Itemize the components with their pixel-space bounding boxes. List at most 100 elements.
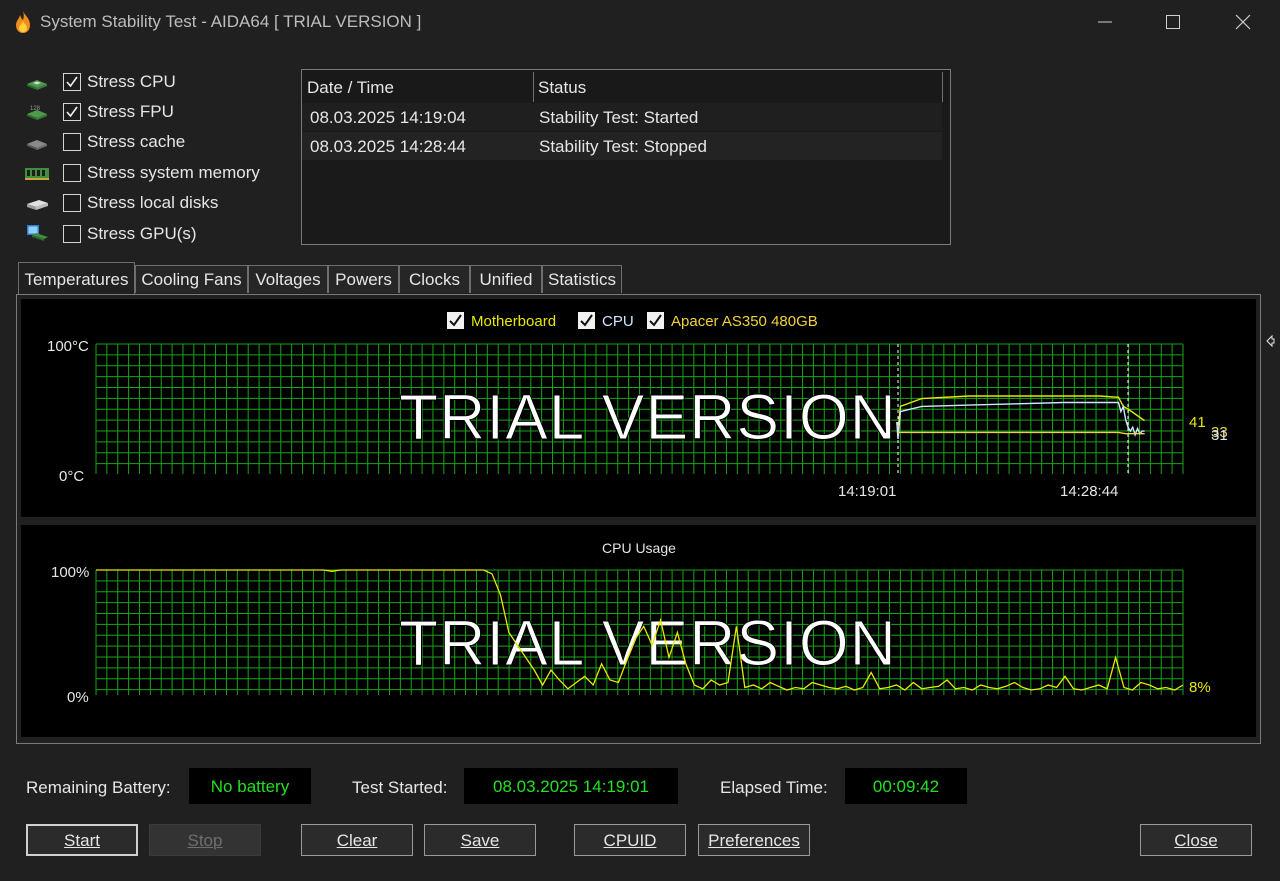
cpu-chip-icon: [27, 80, 47, 90]
preferences-button[interactable]: Preferences: [698, 824, 810, 856]
y-axis-bottom-label: 0°C: [59, 468, 84, 485]
elapsed-time-value: 00:09:42: [845, 768, 967, 804]
checkmark-icon: [66, 106, 78, 118]
close-button[interactable]: Close: [1140, 824, 1252, 856]
stress-cache-option[interactable]: Stress cache: [24, 130, 284, 156]
stress-fpu-option[interactable]: 128 Stress FPU: [24, 100, 284, 126]
stress-cpu-checkbox[interactable]: [63, 73, 81, 91]
minimize-icon: [1098, 21, 1112, 23]
column-separator[interactable]: [942, 72, 943, 102]
legend-label: Apacer AS350 480GB: [671, 313, 818, 330]
cpu-usage-chart: CPU Usage 100% 0% TRIAL VERSION 8%: [51, 540, 1211, 706]
maximize-button[interactable]: [1150, 6, 1196, 38]
stress-cpu-option[interactable]: Stress CPU: [24, 70, 284, 96]
stress-gpu-checkbox[interactable]: [63, 225, 81, 243]
log-row[interactable]: 08.03.2025 14:28:44 Stability Test: Stop…: [302, 132, 942, 160]
tab-unified[interactable]: Unified: [470, 265, 542, 293]
legend-checkbox: [578, 312, 595, 329]
log-datetime: 08.03.2025 14:28:44: [310, 137, 466, 156]
window-close-button[interactable]: [1220, 6, 1266, 38]
y-axis-top-label: 100%: [51, 564, 89, 581]
disk-drive-icon: [27, 200, 48, 210]
window-title: System Stability Test - AIDA64 [ TRIAL V…: [40, 12, 422, 31]
stress-cache-label: Stress cache: [87, 132, 186, 151]
cpuid-button[interactable]: CPUID: [574, 824, 686, 856]
legend-checkbox: [647, 312, 664, 329]
tab-cooling-fans[interactable]: Cooling Fans: [135, 265, 248, 293]
legend-item: Apacer AS350 480GB: [647, 312, 818, 330]
battery-value: No battery: [189, 768, 311, 804]
stress-memory-option[interactable]: Stress system memory: [24, 161, 284, 187]
temperature-chart: 100°C 0°C TRIAL VERSION Motherboard CPU Apace…: [47, 312, 1228, 500]
save-button-label: Save: [460, 831, 500, 850]
stress-cache-checkbox[interactable]: [63, 133, 81, 151]
legend-checkbox: [447, 312, 464, 329]
checkmark-icon: [66, 76, 78, 88]
legend-item: Motherboard: [447, 312, 556, 330]
battery-label: Remaining Battery:: [26, 778, 171, 797]
column-separator[interactable]: [533, 72, 534, 102]
stress-gpu-option[interactable]: Stress GPU(s): [24, 222, 284, 248]
stress-fpu-checkbox[interactable]: [63, 103, 81, 121]
tab-temperatures[interactable]: Temperatures: [18, 262, 135, 296]
stress-disks-label: Stress local disks: [87, 193, 219, 212]
temperature-graph: 100°C 0°C TRIAL VERSION Motherboard CPU Apace…: [21, 299, 1256, 517]
minimize-button[interactable]: [1082, 6, 1128, 38]
y-axis-top-label: 100°C: [47, 338, 89, 355]
stress-gpu-label: Stress GPU(s): [87, 224, 197, 243]
trial-watermark: TRIAL VERSION: [399, 381, 897, 453]
stop-button[interactable]: Stop: [149, 824, 261, 856]
start-button[interactable]: Start: [26, 824, 138, 856]
trial-watermark: TRIAL VERSION: [399, 607, 897, 679]
stress-disks-checkbox[interactable]: [63, 194, 81, 212]
test-started-value: 08.03.2025 14:19:01: [464, 768, 678, 804]
clear-button[interactable]: Clear: [301, 824, 413, 856]
tab-label: Voltages: [255, 270, 321, 289]
graph-panel: 100°C 0°C TRIAL VERSION Motherboard CPU Apace…: [16, 294, 1261, 744]
chart-title: CPU Usage: [602, 540, 676, 556]
title-bar: System Stability Test - AIDA64 [ TRIAL V…: [0, 0, 1280, 44]
legend-label: Motherboard: [471, 313, 556, 330]
memory-module-icon: [25, 168, 49, 180]
tab-clocks[interactable]: Clocks: [399, 265, 470, 293]
legend-item: CPU: [578, 312, 634, 330]
tab-label: Statistics: [547, 270, 617, 289]
cache-chip-icon: [27, 140, 47, 150]
start-button-label: Start: [64, 831, 100, 850]
tab-label: Cooling Fans: [141, 270, 242, 289]
svg-text:128: 128: [30, 106, 41, 112]
stress-memory-checkbox[interactable]: [63, 164, 81, 182]
series-line: [897, 395, 1146, 432]
fpu-chip-icon: 128: [27, 106, 47, 120]
tab-label: Unified: [479, 270, 533, 289]
log-row[interactable]: 08.03.2025 14:19:04 Stability Test: Star…: [302, 103, 942, 131]
tab-statistics[interactable]: Statistics: [542, 265, 622, 293]
time-marker-label: 14:28:44: [1060, 483, 1118, 500]
time-marker-label: 14:19:01: [838, 483, 896, 500]
tab-powers[interactable]: Powers: [328, 265, 399, 293]
stop-button-label: Stop: [187, 831, 223, 850]
current-value-label: 41: [1189, 414, 1206, 431]
event-log-list[interactable]: Date / Time Status 08.03.2025 14:19:04 S…: [301, 69, 951, 245]
stress-cpu-label: Stress CPU: [87, 72, 176, 91]
stress-disks-option[interactable]: Stress local disks: [24, 191, 284, 217]
stress-memory-label: Stress system memory: [87, 163, 260, 182]
legend-label: CPU: [602, 313, 634, 330]
tab-voltages[interactable]: Voltages: [248, 265, 328, 293]
current-value-label: 31: [1211, 427, 1228, 444]
gpu-monitor-icon: [27, 225, 48, 241]
preferences-button-label: Preferences: [708, 831, 800, 850]
column-header-status[interactable]: Status: [538, 78, 586, 98]
current-value-label: 8%: [1189, 679, 1211, 696]
resize-cursor-icon: [1266, 334, 1275, 348]
close-button-label: Close: [1174, 831, 1218, 850]
column-header-datetime[interactable]: Date / Time: [307, 78, 394, 98]
tab-label: Clocks: [408, 270, 460, 289]
y-axis-bottom-label: 0%: [67, 689, 89, 706]
close-icon: [1235, 14, 1251, 30]
tab-label: Powers: [335, 270, 392, 289]
maximize-icon: [1166, 15, 1180, 29]
stress-fpu-label: Stress FPU: [87, 102, 174, 121]
save-button[interactable]: Save: [424, 824, 536, 856]
cpuid-button-label: CPUID: [603, 831, 657, 850]
